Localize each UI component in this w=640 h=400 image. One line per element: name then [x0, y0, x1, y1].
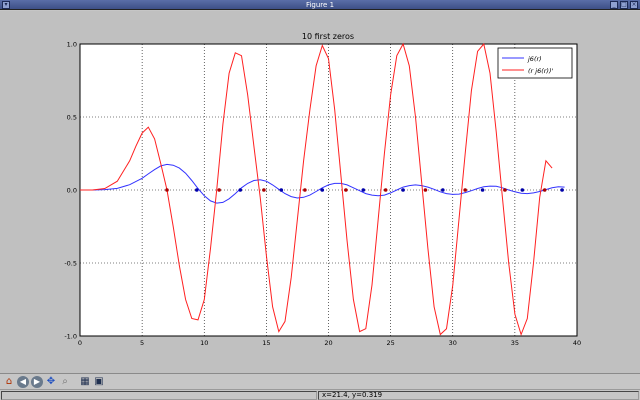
x-tick-label: 5 — [140, 339, 144, 347]
x-tick-label: 30 — [449, 339, 457, 347]
pan-icon[interactable]: ✥ — [45, 376, 57, 388]
zero-point-blue — [194, 188, 199, 192]
zoom-icon[interactable]: ⌕ — [59, 376, 71, 388]
zero-point-blue — [560, 188, 564, 192]
save-icon[interactable]: ▣ — [93, 376, 105, 388]
minimize-icon[interactable]: _ — [610, 1, 618, 9]
legend-label-blue: j6(r) — [527, 55, 542, 63]
zero-point-red — [383, 188, 388, 192]
cursor-coordinates: x=21.4, y=0.319 — [318, 391, 639, 400]
title-bar[interactable]: ▾ Figure 1 _ □ × — [0, 0, 640, 10]
x-tick-label: 40 — [573, 339, 581, 347]
zero-point-red — [303, 188, 307, 192]
zero-point-red — [503, 188, 507, 192]
zero-point-red — [165, 188, 169, 192]
zero-point-red — [344, 188, 348, 192]
x-tick-label: 15 — [262, 339, 270, 347]
close-icon[interactable]: × — [630, 1, 638, 9]
x-tick-label: 10 — [200, 339, 208, 347]
window-title: Figure 1 — [305, 1, 335, 9]
x-tick-label: 20 — [324, 339, 332, 347]
zero-point-red — [542, 188, 547, 192]
zero-point-blue — [401, 188, 405, 192]
chart-title: 10 first zeros — [302, 32, 354, 41]
status-bar: x=21.4, y=0.319 — [0, 389, 640, 400]
navigation-toolbar: ⌂ ◀ ▶ ✥ ⌕ ▦ ▣ — [0, 373, 640, 389]
zero-point-blue — [480, 188, 485, 192]
y-tick-label: 0.0 — [67, 187, 77, 195]
zero-point-blue — [520, 188, 525, 192]
forward-icon[interactable]: ▶ — [31, 376, 43, 388]
zero-point-red — [463, 188, 467, 192]
x-tick-label: 25 — [386, 339, 394, 347]
zero-point-blue — [441, 188, 445, 192]
figure-window: ▾ Figure 1 _ □ × 0 5 10 15 20 25 30 35 40 -1.0 -0.… — [0, 0, 640, 400]
y-tick-label: 1.0 — [67, 41, 77, 49]
zero-point-blue — [361, 188, 366, 192]
zero-point-red — [423, 188, 428, 192]
status-message — [1, 391, 317, 400]
y-tick-label: -1.0 — [64, 333, 77, 341]
axes-background — [79, 43, 578, 337]
zero-point-red — [217, 188, 221, 192]
plot[interactable]: 0 5 10 15 20 25 30 35 40 -1.0 -0.5 0.0 0.5 1.0 10 fir… — [0, 11, 640, 373]
zero-point-blue — [320, 188, 325, 192]
legend: j6(r) (r j6(r))' — [497, 47, 573, 79]
y-tick-label: 0.5 — [67, 114, 77, 122]
zero-point-blue — [238, 188, 243, 192]
figure-canvas[interactable]: 0 5 10 15 20 25 30 35 40 -1.0 -0.5 0.0 0.5 1.0 10 fir… — [0, 11, 640, 373]
subplots-icon[interactable]: ▦ — [79, 376, 91, 388]
maximize-icon[interactable]: □ — [620, 1, 628, 9]
zero-point-red — [262, 188, 266, 192]
home-icon[interactable]: ⌂ — [3, 376, 15, 388]
legend-label-red: (r j6(r))' — [528, 67, 553, 75]
x-tick-label: 35 — [511, 339, 519, 347]
back-icon[interactable]: ◀ — [17, 376, 29, 388]
y-tick-label: -0.5 — [64, 260, 77, 268]
zero-point-blue — [279, 188, 284, 192]
x-tick-label: 0 — [78, 339, 82, 347]
